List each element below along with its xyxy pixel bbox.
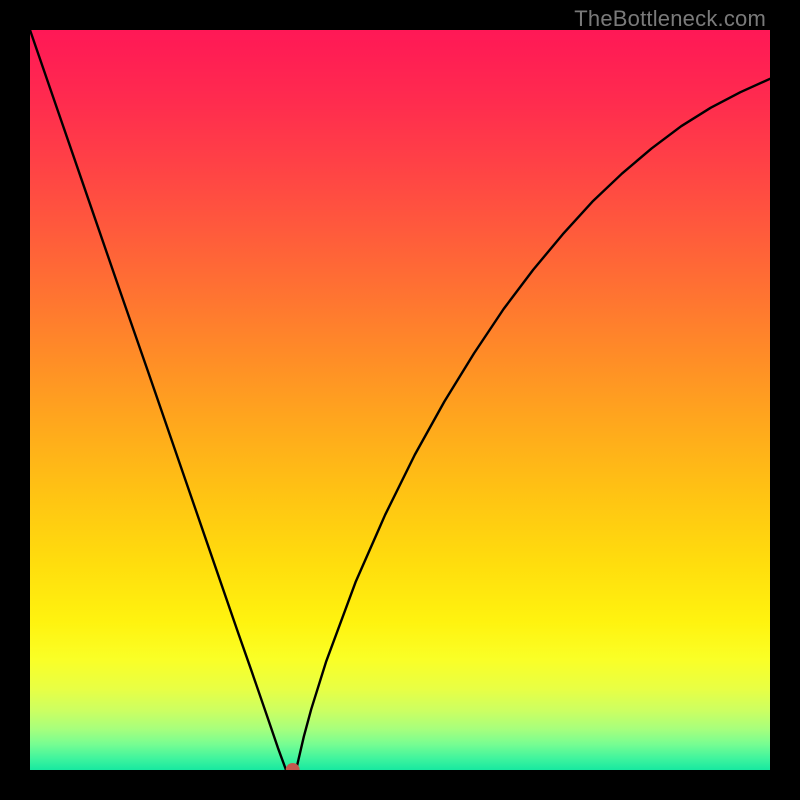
plot-area <box>30 30 770 770</box>
chart-frame: TheBottleneck.com <box>0 0 800 800</box>
curve-layer <box>30 30 770 770</box>
watermark-text: TheBottleneck.com <box>574 6 766 32</box>
bottleneck-curve <box>30 30 770 770</box>
